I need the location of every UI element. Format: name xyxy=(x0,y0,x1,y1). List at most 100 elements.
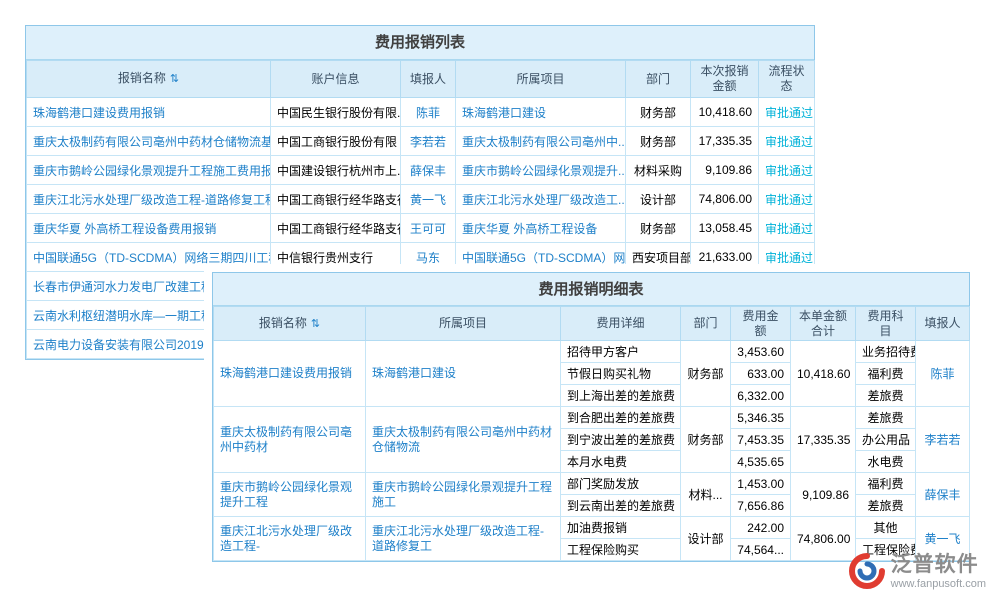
expense-subject-cell: 差旅费 xyxy=(856,495,916,517)
expense-amount-cell: 5,346.35 xyxy=(731,407,791,429)
amount-cell: 74,806.00 xyxy=(691,185,759,214)
project-cell[interactable]: 珠海鹤港口建设 xyxy=(456,98,626,127)
reimburse-name-cell[interactable]: 重庆太极制药有限公司亳州中药材仓储物流基地项... xyxy=(27,127,271,156)
detail-name-cell[interactable]: 重庆太极制药有限公司亳州中药材 xyxy=(214,407,366,473)
expense-list-title: 费用报销列表 xyxy=(26,26,814,60)
fanpu-logo: 泛普软件 www.fanpusoft.com xyxy=(849,553,986,590)
expense-subject-cell: 业务招待费 xyxy=(856,341,916,363)
list-column-header: 填报人 xyxy=(401,61,456,98)
filler-cell[interactable]: 陈菲 xyxy=(401,98,456,127)
project-cell[interactable]: 重庆华夏 外高桥工程设备 xyxy=(456,214,626,243)
expense-detail-cell: 节假日购买礼物 xyxy=(561,363,681,385)
detail-column-header: 部门 xyxy=(681,307,731,341)
expense-subject-cell: 差旅费 xyxy=(856,385,916,407)
department-cell: 设计部 xyxy=(681,517,731,561)
reimburse-name-cell[interactable]: 珠海鹤港口建设费用报销 xyxy=(27,98,271,127)
total-amount-cell: 10,418.60 xyxy=(791,341,856,407)
filler-cell[interactable]: 薛保丰 xyxy=(401,156,456,185)
list-header-row: 报销名称⇅账户信息填报人所属项目部门本次报销金额流程状态 xyxy=(27,61,815,98)
department-cell: 财务部 xyxy=(626,98,691,127)
list-column-header: 所属项目 xyxy=(456,61,626,98)
filler-cell[interactable]: 黄一飞 xyxy=(401,185,456,214)
total-amount-cell: 74,806.00 xyxy=(791,517,856,561)
detail-row: 重庆市鹅岭公园绿化景观提升工程重庆市鹅岭公园绿化景观提升工程施工部门奖励发放材料… xyxy=(214,473,970,495)
project-cell[interactable]: 重庆市鹅岭公园绿化景观提升... xyxy=(456,156,626,185)
detail-project-cell[interactable]: 珠海鹤港口建设 xyxy=(366,341,561,407)
status-badge[interactable]: 审批通过 xyxy=(759,127,815,156)
detail-column-header: 费用金额 xyxy=(731,307,791,341)
expense-detail-cell: 工程保险购买 xyxy=(561,539,681,561)
account-info-cell: 中国民生银行股份有限... xyxy=(271,98,401,127)
reimburse-name-cell[interactable]: 重庆江北污水处理厂级改造工程-道路修复工程费用... xyxy=(27,185,271,214)
expense-detail-cell: 加油费报销 xyxy=(561,517,681,539)
detail-name-cell[interactable]: 重庆江北污水处理厂级改造工程- xyxy=(214,517,366,561)
filler-cell[interactable]: 王可可 xyxy=(401,214,456,243)
amount-cell: 17,335.35 xyxy=(691,127,759,156)
list-row: 重庆江北污水处理厂级改造工程-道路修复工程费用...中国工商银行经华路支行黄一飞… xyxy=(27,185,815,214)
logo-text: 泛普软件 xyxy=(891,553,986,576)
expense-subject-cell: 办公用品 xyxy=(856,429,916,451)
sort-icon[interactable]: ⇅ xyxy=(311,318,320,330)
expense-detail-cell: 到上海出差的差旅费 xyxy=(561,385,681,407)
account-info-cell: 中国工商银行股份有限 xyxy=(271,127,401,156)
expense-subject-cell: 福利费 xyxy=(856,363,916,385)
account-info-cell: 中国工商银行经华路支行 xyxy=(271,185,401,214)
expense-detail-cell: 部门奖励发放 xyxy=(561,473,681,495)
detail-column-header: 所属项目 xyxy=(366,307,561,341)
account-info-cell: 中国建设银行杭州市上... xyxy=(271,156,401,185)
list-row: 重庆太极制药有限公司亳州中药材仓储物流基地项...中国工商银行股份有限李若若重庆… xyxy=(27,127,815,156)
filler-cell[interactable]: 李若若 xyxy=(916,407,970,473)
status-badge[interactable]: 审批通过 xyxy=(759,185,815,214)
list-row: 珠海鹤港口建设费用报销中国民生银行股份有限...陈菲珠海鹤港口建设财务部10,4… xyxy=(27,98,815,127)
detail-name-cell[interactable]: 珠海鹤港口建设费用报销 xyxy=(214,341,366,407)
list-column-header: 部门 xyxy=(626,61,691,98)
detail-row: 珠海鹤港口建设费用报销珠海鹤港口建设招待甲方客户财务部3,453.6010,41… xyxy=(214,341,970,363)
total-amount-cell: 17,335.35 xyxy=(791,407,856,473)
detail-column-header: 费用详细 xyxy=(561,307,681,341)
detail-project-cell[interactable]: 重庆太极制药有限公司亳州中药材仓储物流 xyxy=(366,407,561,473)
detail-name-cell[interactable]: 重庆市鹅岭公园绿化景观提升工程 xyxy=(214,473,366,517)
filler-cell[interactable]: 李若若 xyxy=(401,127,456,156)
detail-project-cell[interactable]: 重庆江北污水处理厂级改造工程-道路修复工 xyxy=(366,517,561,561)
expense-subject-cell: 其他 xyxy=(856,517,916,539)
status-badge[interactable]: 审批通过 xyxy=(759,98,815,127)
reimburse-name-cell[interactable]: 重庆市鹅岭公园绿化景观提升工程施工费用报销 xyxy=(27,156,271,185)
department-cell: 材料... xyxy=(681,473,731,517)
expense-amount-cell: 633.00 xyxy=(731,363,791,385)
expense-amount-cell: 7,656.86 xyxy=(731,495,791,517)
department-cell: 财务部 xyxy=(681,407,731,473)
expense-subject-cell: 差旅费 xyxy=(856,407,916,429)
detail-column-header: 填报人 xyxy=(916,307,970,341)
department-cell: 材料采购 xyxy=(626,156,691,185)
detail-row: 重庆江北污水处理厂级改造工程-重庆江北污水处理厂级改造工程-道路修复工加油费报销… xyxy=(214,517,970,539)
expense-amount-cell: 3,453.60 xyxy=(731,341,791,363)
list-row: 重庆市鹅岭公园绿化景观提升工程施工费用报销中国建设银行杭州市上...薛保丰重庆市… xyxy=(27,156,815,185)
expense-amount-cell: 1,453.00 xyxy=(731,473,791,495)
fanpu-logo-icon xyxy=(849,553,885,589)
detail-column-header[interactable]: 报销名称⇅ xyxy=(214,307,366,341)
project-cell[interactable]: 重庆江北污水处理厂级改造工... xyxy=(456,185,626,214)
expense-detail-cell: 到云南出差的差旅费 xyxy=(561,495,681,517)
filler-cell[interactable]: 薛保丰 xyxy=(916,473,970,517)
expense-subject-cell: 水电费 xyxy=(856,451,916,473)
amount-cell: 10,418.60 xyxy=(691,98,759,127)
department-cell: 财务部 xyxy=(681,341,731,407)
status-badge[interactable]: 审批通过 xyxy=(759,214,815,243)
project-cell[interactable]: 重庆太极制药有限公司亳州中... xyxy=(456,127,626,156)
logo-url: www.fanpusoft.com xyxy=(891,578,986,590)
detail-row: 重庆太极制药有限公司亳州中药材重庆太极制药有限公司亳州中药材仓储物流到合肥出差的… xyxy=(214,407,970,429)
expense-detail-overlay: 费用报销明细表 报销名称⇅所属项目费用详细部门费用金额本单金额合计费用科目填报人… xyxy=(204,264,978,570)
expense-detail-cell: 到宁波出差的差旅费 xyxy=(561,429,681,451)
reimburse-name-cell[interactable]: 重庆华夏 外高桥工程设备费用报销 xyxy=(27,214,271,243)
filler-cell[interactable]: 陈菲 xyxy=(916,341,970,407)
sort-icon[interactable]: ⇅ xyxy=(170,73,179,85)
status-badge[interactable]: 审批通过 xyxy=(759,156,815,185)
detail-project-cell[interactable]: 重庆市鹅岭公园绿化景观提升工程施工 xyxy=(366,473,561,517)
expense-amount-cell: 74,564... xyxy=(731,539,791,561)
expense-detail-panel: 费用报销明细表 报销名称⇅所属项目费用详细部门费用金额本单金额合计费用科目填报人… xyxy=(212,272,970,562)
department-cell: 财务部 xyxy=(626,214,691,243)
expense-amount-cell: 7,453.35 xyxy=(731,429,791,451)
account-info-cell: 中国工商银行经华路支行 xyxy=(271,214,401,243)
expense-amount-cell: 6,332.00 xyxy=(731,385,791,407)
list-column-header[interactable]: 报销名称⇅ xyxy=(27,61,271,98)
